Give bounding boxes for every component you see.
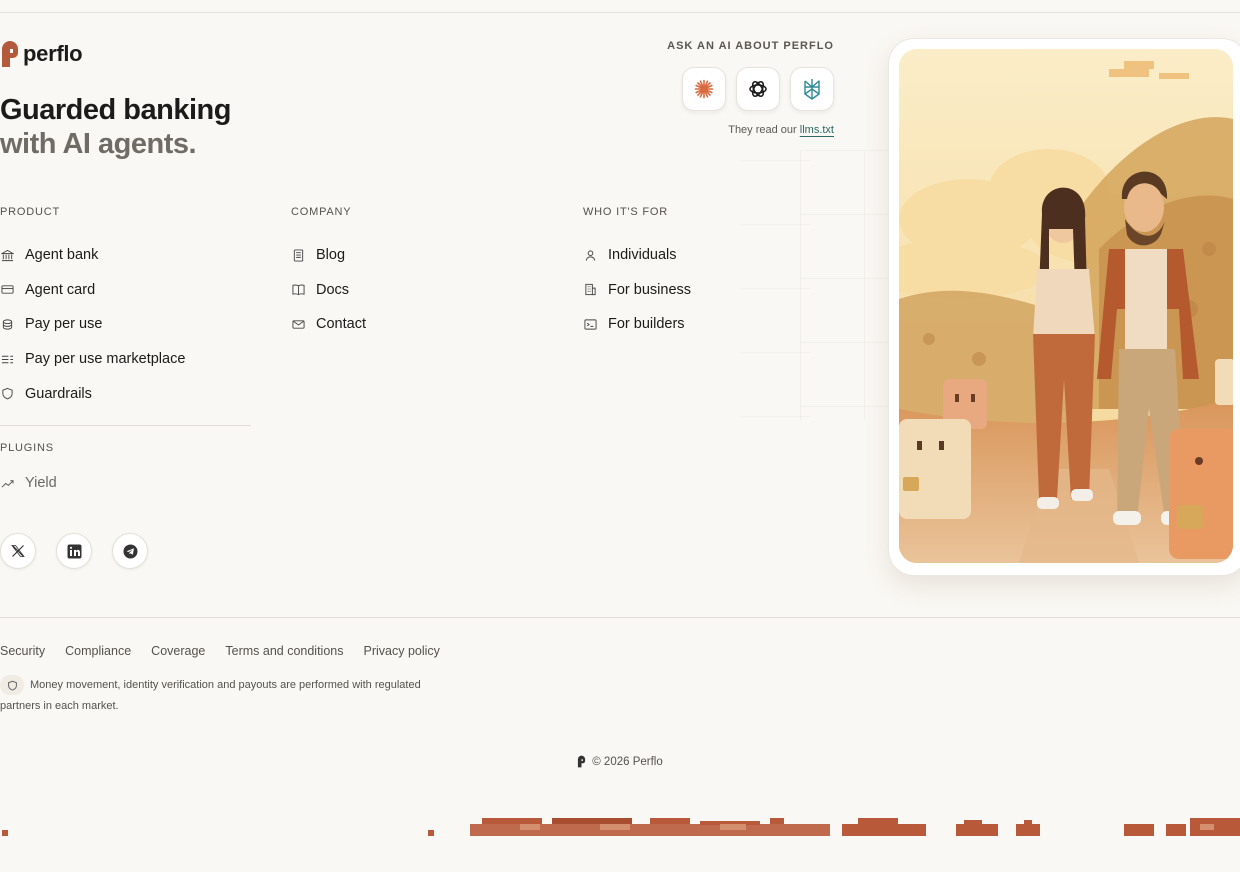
footer-link-security[interactable]: Security [0, 644, 45, 658]
coins-icon [0, 317, 15, 332]
product-column: PRODUCT Agent bank Agent card Pay per us… [0, 206, 185, 411]
brand-name: perflo [23, 41, 83, 66]
nav-yield[interactable]: Yield [0, 468, 57, 498]
telegram-social-button[interactable] [112, 533, 148, 569]
telegram-icon [123, 544, 137, 558]
footer-link-terms[interactable]: Terms and conditions [225, 644, 343, 658]
ask-ai-section: ASK AN AI ABOUT PERFLO They read our llm… [660, 40, 834, 136]
copyright: © 2026 Perflo [0, 755, 1240, 768]
nav-label: Docs [316, 281, 350, 298]
product-column-title: PRODUCT [0, 206, 60, 218]
hero-illustration [899, 49, 1233, 563]
perflo-logo-icon [578, 755, 586, 768]
nav-label: For business [608, 281, 692, 298]
nav-label: Agent card [25, 281, 96, 298]
nav-docs[interactable]: Docs [291, 273, 366, 308]
ask-ai-title: ASK AN AI ABOUT PERFLO [667, 40, 834, 52]
ask-claude-button[interactable] [682, 67, 726, 111]
shield-icon [0, 386, 15, 401]
ask-perplexity-button[interactable] [790, 67, 834, 111]
building-icon [583, 282, 598, 297]
llms-txt-link[interactable]: llms.txt [800, 124, 834, 136]
nav-guardrails[interactable]: Guardrails [0, 376, 185, 411]
brand-logo[interactable]: perflo [0, 40, 83, 68]
company-column: COMPANY Blog Docs Contact [291, 206, 366, 342]
linkedin-social-button[interactable] [56, 533, 92, 569]
nav-contact[interactable]: Contact [291, 307, 366, 342]
sunburst-icon [694, 79, 714, 99]
nav-label: Yield [25, 475, 57, 491]
copyright-text: © 2026 Perflo [592, 755, 663, 768]
nav-label: Guardrails [25, 385, 92, 402]
plugins-title: PLUGINS [0, 442, 54, 454]
footer-divider [0, 617, 1240, 618]
list-icon [0, 352, 15, 367]
nav-for-builders[interactable]: For builders [583, 307, 691, 342]
nav-label: Individuals [608, 247, 677, 264]
nav-label: Contact [316, 316, 366, 333]
couple-walking-illustration [899, 49, 1233, 563]
nav-for-business[interactable]: For business [583, 273, 691, 308]
mail-icon [291, 317, 306, 332]
nav-agent-bank[interactable]: Agent bank [0, 238, 185, 273]
linkedin-icon [67, 544, 81, 558]
column-divider [0, 425, 251, 426]
llms-note: They read our llms.txt [660, 124, 834, 136]
nav-label: Pay per use [25, 316, 103, 333]
hero-line-1: Guarded banking [0, 94, 231, 126]
grid-backdrop [800, 150, 900, 420]
shield-icon [0, 675, 24, 696]
social-links [0, 533, 148, 569]
openai-icon [749, 81, 767, 97]
ask-chatgpt-button[interactable] [736, 67, 780, 111]
book-icon [291, 282, 306, 297]
nav-label: For builders [608, 316, 685, 333]
footer-link-privacy[interactable]: Privacy policy [364, 644, 440, 658]
llms-note-prefix: They read our [728, 124, 797, 136]
hero-image-card [888, 38, 1240, 576]
hero-tagline: Guarded banking with AI agents. [0, 93, 231, 161]
regulatory-notice-text: Money movement, identity verification an… [0, 679, 421, 712]
x-icon [11, 545, 25, 557]
pixel-art-decoration [2, 818, 1240, 836]
card-icon [0, 282, 15, 297]
trend-up-icon [0, 476, 15, 491]
person-icon [583, 248, 598, 263]
footer-link-compliance[interactable]: Compliance [65, 644, 131, 658]
nav-individuals[interactable]: Individuals [583, 238, 691, 273]
footer-link-coverage[interactable]: Coverage [151, 644, 205, 658]
bank-icon [0, 248, 15, 263]
nav-agent-card[interactable]: Agent card [0, 273, 185, 308]
nav-pay-per-use-marketplace[interactable]: Pay per use marketplace [0, 342, 185, 377]
audience-column: WHO IT'S FOR Individuals For business Fo… [583, 206, 691, 342]
regulatory-notice: Money movement, identity verification an… [0, 675, 430, 717]
nav-blog[interactable]: Blog [291, 238, 366, 273]
legal-links: Security Compliance Coverage Terms and c… [0, 644, 440, 658]
plugins-section: PLUGINS Yield [0, 442, 57, 498]
document-icon [291, 248, 306, 263]
nav-pay-per-use[interactable]: Pay per use [0, 307, 185, 342]
x-social-button[interactable] [0, 533, 36, 569]
terminal-icon [583, 317, 598, 332]
nav-label: Blog [316, 247, 346, 264]
nav-label: Pay per use marketplace [25, 351, 186, 368]
company-column-title: COMPANY [291, 206, 352, 218]
nav-label: Agent bank [25, 247, 99, 264]
perflo-logo-icon [2, 41, 18, 67]
audience-column-title: WHO IT'S FOR [583, 206, 669, 218]
perplexity-icon [804, 79, 820, 100]
top-border [0, 0, 1240, 13]
hero-line-2: with AI agents. [0, 128, 197, 160]
